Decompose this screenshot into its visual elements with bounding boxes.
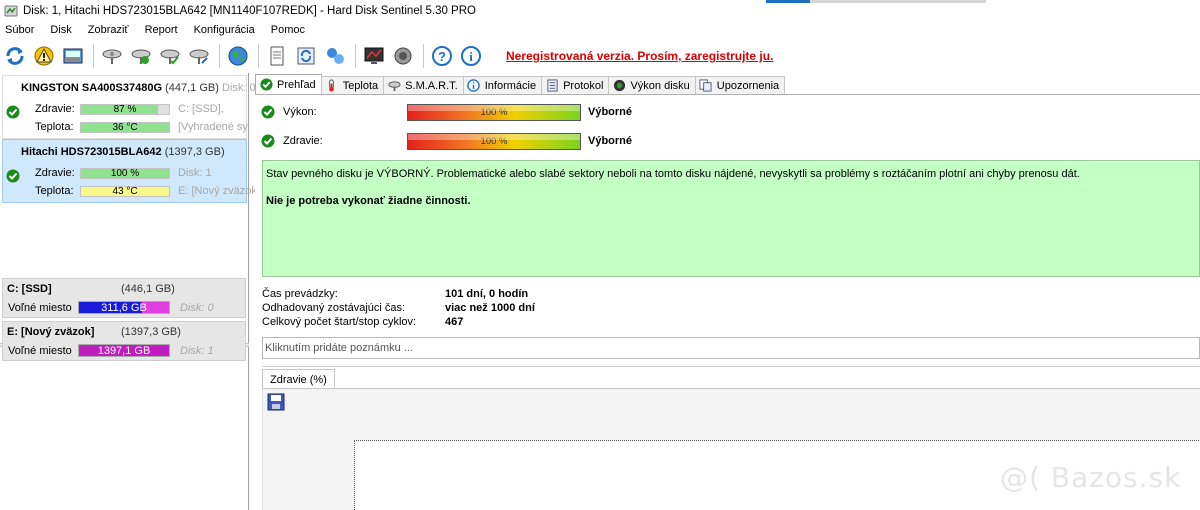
app-icon (4, 5, 18, 16)
watermark: @( Bazos.sk (1000, 461, 1182, 494)
tab-health-chart[interactable]: Zdravie (%) (262, 369, 335, 389)
svg-text:?: ? (438, 49, 446, 64)
volume-free-row: Voľné miesto 311,6 GB Disk: 0 (8, 301, 214, 314)
satellite-check-icon[interactable] (158, 44, 182, 68)
volume-free-row: Voľné miesto 1397,1 GB Disk: 1 (8, 344, 214, 357)
free-space-bar: 1397,1 GB (78, 344, 170, 357)
menu-report[interactable]: Report (145, 24, 178, 36)
status-description: Stav pevného disku je VÝBORNÝ. Problemat… (266, 168, 1080, 180)
satellite-arrow-icon[interactable] (187, 44, 211, 68)
status-ok-icon (261, 105, 275, 119)
satellite-icon (387, 79, 401, 93)
health-bar: 100 % (80, 167, 170, 179)
toolbar-separator (423, 44, 424, 68)
thermometer-icon (325, 79, 339, 93)
menu-zobrazit[interactable]: Zobraziť (88, 24, 129, 36)
tab-prehlad[interactable]: Prehľad (255, 74, 322, 94)
menu-konfiguracia[interactable]: Konfigurácia (194, 24, 255, 36)
status-description-box: Stav pevného disku je VÝBORNÝ. Problemat… (262, 160, 1200, 277)
details-panel: Prehľad Teplota S.M.A.R.T. Informácie Pr… (255, 73, 1200, 510)
health-bar: 100 % (407, 132, 581, 150)
document-icon[interactable] (265, 44, 289, 68)
sync-icon[interactable] (294, 44, 318, 68)
menu-subor[interactable]: Súbor (5, 24, 34, 36)
volume-card-c[interactable]: C: [SSD] (446,1 GB) Voľné miesto 311,6 G… (2, 278, 246, 318)
disk-temp-row: Teplota: 36 °C [Vyhradené sy (35, 121, 248, 133)
disk-card-hitachi[interactable]: Hitachi HDS723015BLA642 (1397,3 GB) Zdra… (2, 139, 257, 203)
tab-informacie[interactable]: Informácie (462, 76, 543, 94)
note-input[interactable] (262, 337, 1200, 359)
disk-health-row: Zdravie: 87 % C: [SSD], (35, 103, 224, 115)
satellite-green-icon[interactable] (129, 44, 153, 68)
title-strip-grey (810, 0, 986, 3)
alerts-icon (699, 79, 713, 93)
tab-protokol[interactable]: Protokol (541, 76, 610, 94)
registration-notice[interactable]: Neregistrovaná verzia. Prosím, zaregistr… (506, 49, 773, 63)
disk-name: Hitachi HDS723015BLA642 (1397,3 GB) (21, 146, 225, 158)
info-row: Čas prevádzky: 101 dní, 0 hodín (262, 288, 529, 300)
monitor-icon[interactable] (362, 44, 386, 68)
performance-icon (612, 79, 626, 93)
tab-teplota[interactable]: Teplota (320, 76, 385, 94)
toolbar-separator (219, 44, 220, 68)
recommended-action: Nie je potreba vykonať žiadne činnosti. (266, 195, 471, 207)
detail-tabs: Prehľad Teplota S.M.A.R.T. Informácie Pr… (255, 74, 1200, 95)
title-strip-blue (766, 0, 810, 3)
toolbar: ? i Neregistrovaná verzia. Prosím, zareg… (0, 39, 1200, 73)
warning-icon[interactable] (32, 44, 56, 68)
status-ok-icon (6, 105, 20, 119)
network-icon[interactable] (323, 44, 347, 68)
tab-smart[interactable]: S.M.A.R.T. (383, 76, 464, 94)
tab-upozornenia[interactable]: Upozornenia (694, 76, 786, 94)
disk-image-icon[interactable] (61, 44, 85, 68)
save-icon[interactable] (267, 393, 285, 411)
tab-vykon-disku[interactable]: Výkon disku (608, 76, 696, 94)
speaker-icon[interactable] (391, 44, 415, 68)
info-icon (467, 79, 481, 93)
disk-health-row: Zdravie: 100 % Disk: 1 (35, 167, 212, 179)
toolbar-separator (355, 44, 356, 68)
title-bar: Disk: 1, Hitachi HDS723015BLA642 [MN1140… (0, 0, 1200, 21)
performance-bar: 100 % (407, 103, 581, 121)
free-space-bar: 311,6 GB (78, 301, 170, 314)
info-row: Odhadovaný zostávajúci čas: viac než 100… (262, 302, 535, 314)
log-icon (545, 79, 559, 93)
info-icon[interactable]: i (459, 44, 483, 68)
temperature-bar: 36 °C (80, 121, 170, 133)
info-row: Celkový počet štart/stop cyklov: 467 (262, 316, 464, 328)
menu-pomoc[interactable]: Pomoc (271, 24, 305, 36)
temperature-bar: 43 °C (80, 185, 170, 197)
status-ok-icon (261, 134, 275, 148)
status-ok-icon (6, 169, 20, 183)
satellite-icon[interactable] (100, 44, 124, 68)
toolbar-separator (93, 44, 94, 68)
check-circle-icon (259, 78, 273, 92)
health-status: Výborné (588, 135, 633, 147)
performance-row: Výkon: 100 % Výborné (261, 103, 632, 121)
menu-bar: Súbor Disk Zobraziť Report Konfigurácia … (0, 21, 1200, 39)
disk-temp-row: Teplota: 43 °C E: [Nový zväzok (35, 185, 257, 197)
toolbar-separator (258, 44, 259, 68)
window-title: Disk: 1, Hitachi HDS723015BLA642 [MN1140… (23, 4, 476, 17)
disk-name: KINGSTON SA400S37480G (447,1 GB) Disk: 0 (21, 82, 256, 94)
performance-status: Výborné (588, 106, 633, 118)
health-row: Zdravie: 100 % Výborné (261, 132, 632, 150)
menu-disk[interactable]: Disk (50, 24, 71, 36)
disk-list-panel: KINGSTON SA400S37480G (447,1 GB) Disk: 0… (0, 73, 257, 510)
health-bar: 87 % (80, 103, 170, 115)
help-icon[interactable]: ? (430, 44, 454, 68)
globe-icon[interactable] (226, 44, 250, 68)
disk-card-kingston[interactable]: KINGSTON SA400S37480G (447,1 GB) Disk: 0… (2, 75, 256, 139)
svg-text:i: i (469, 49, 473, 64)
refresh-icon[interactable] (3, 44, 27, 68)
volume-card-e[interactable]: E: [Nový zväzok] (1397,3 GB) Voľné miest… (2, 321, 246, 361)
